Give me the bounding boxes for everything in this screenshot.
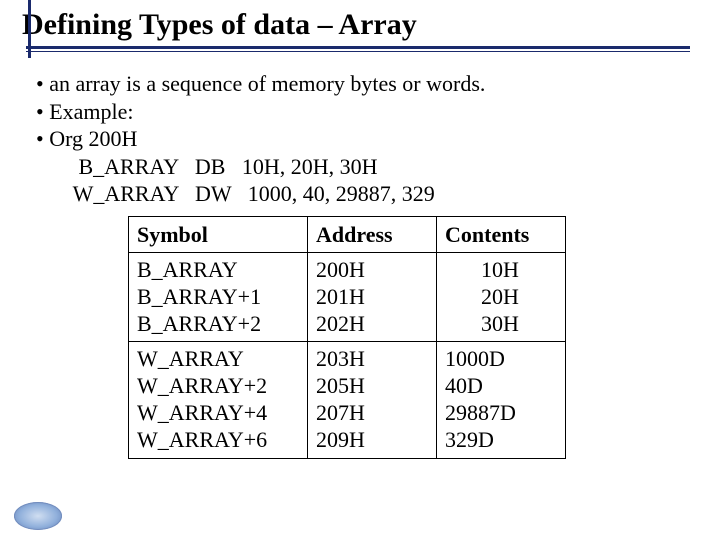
cell-line: B_ARRAY+1 [137,284,297,311]
bullet-1: • an array is a sequence of memory bytes… [36,70,684,98]
title-vertical-rule [28,0,31,58]
bullet-2: • Example: [36,98,684,126]
cell-contents-2: 1000D 40D 29887D 329D [437,342,566,458]
header-contents: Contents [437,216,566,253]
header-address: Address [308,216,437,253]
body: • an array is a sequence of memory bytes… [0,52,720,459]
table-header-row: Symbol Address Contents [129,216,566,253]
cell-line: 10H [445,257,555,284]
cell-line: 30H [445,311,555,338]
title-rule-thick [26,46,690,49]
header-symbol: Symbol [129,216,308,253]
slide: Defining Types of data – Array • an arra… [0,0,720,540]
cell-line: 40D [445,373,555,400]
cell-line: 205H [316,373,426,400]
cell-line: 200H [316,257,426,284]
cell-line: 29887D [445,400,555,427]
cell-line: B_ARRAY+2 [137,311,297,338]
cell-address-2: 203H 205H 207H 209H [308,342,437,458]
table-row: W_ARRAY W_ARRAY+2 W_ARRAY+4 W_ARRAY+6 20… [129,342,566,458]
code-line-1: B_ARRAY DB 10H, 20H, 30H [36,153,684,181]
cell-symbol-2: W_ARRAY W_ARRAY+2 W_ARRAY+4 W_ARRAY+6 [129,342,308,458]
cell-line: 202H [316,311,426,338]
cell-line: W_ARRAY [137,346,297,373]
cell-line: 1000D [445,346,555,373]
cell-line: 203H [316,346,426,373]
title-area: Defining Types of data – Array [0,0,720,52]
cell-line: B_ARRAY [137,257,297,284]
table-row: B_ARRAY B_ARRAY+1 B_ARRAY+2 200H 201H 20… [129,253,566,342]
cell-line: 329D [445,427,555,454]
code-line-2: W_ARRAY DW 1000, 40, 29887, 329 [36,180,684,208]
cell-address-1: 200H 201H 202H [308,253,437,342]
bullet-3: • Org 200H [36,125,684,153]
cell-line: 207H [316,400,426,427]
cell-line: 201H [316,284,426,311]
cell-line: W_ARRAY+6 [137,427,297,454]
cell-contents-1: 10H 20H 30H [437,253,566,342]
memory-table: Symbol Address Contents B_ARRAY B_ARRAY+… [128,216,566,459]
cell-symbol-1: B_ARRAY B_ARRAY+1 B_ARRAY+2 [129,253,308,342]
slide-title: Defining Types of data – Array [22,8,720,46]
memory-table-wrap: Symbol Address Contents B_ARRAY B_ARRAY+… [128,216,684,459]
cell-line: 20H [445,284,555,311]
cell-line: 209H [316,427,426,454]
cell-line: W_ARRAY+4 [137,400,297,427]
footer-logo-icon [14,502,62,530]
cell-line: W_ARRAY+2 [137,373,297,400]
